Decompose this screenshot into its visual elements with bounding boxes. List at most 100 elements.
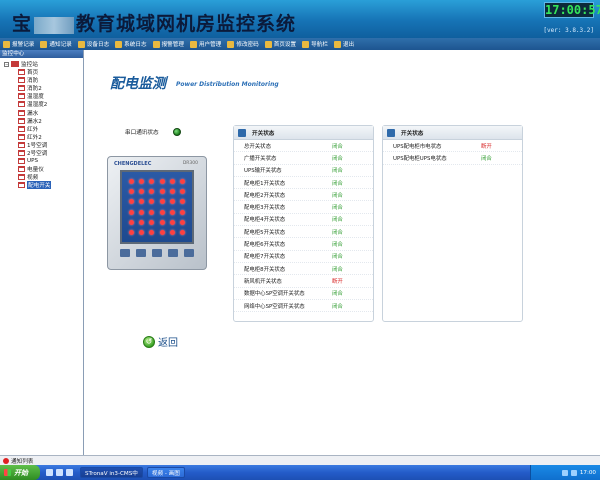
switch-status-row: 配电柜2开关状态 闭合 <box>234 189 373 202</box>
network-icon[interactable] <box>561 469 568 476</box>
page-icon <box>18 101 25 108</box>
switch-name: 广播开关状态 <box>244 155 277 162</box>
start-button[interactable]: 开始 <box>0 465 40 480</box>
media-icon[interactable] <box>66 469 73 476</box>
switch-name: 配电柜1开关状态 <box>244 180 286 187</box>
switch-name: UPS配电柜市电状态 <box>393 143 442 150</box>
switch-name: 数据中心SP空调开关状态 <box>244 291 305 298</box>
tree-item-ac-1[interactable]: 1号空调 <box>18 141 83 149</box>
back-button[interactable]: ↺ 返回 <box>143 334 178 349</box>
tree-item-power-switch[interactable]: 配电开关 <box>18 181 83 190</box>
menu-item-notice-records[interactable]: 通知记录 <box>40 40 72 48</box>
page-icon <box>18 166 25 173</box>
tree-item-temp-humidity[interactable]: 温湿度 <box>18 92 83 100</box>
switch-status-row: UPS输开关状态 闭合 <box>234 165 373 177</box>
menu-item-nav-bar[interactable]: 导航栏 <box>302 40 328 48</box>
page-icon <box>18 125 25 132</box>
settings-icon <box>264 40 272 48</box>
menu-item-exit[interactable]: 退出 <box>333 40 354 48</box>
status-led-icon <box>172 128 181 136</box>
serial-status-label: 串口通讯状态 <box>125 130 159 136</box>
app-title-suffix: 教育城域网机房监控系统 <box>76 13 297 35</box>
menu-item-device-log[interactable]: 设备日志 <box>77 40 109 48</box>
app-title: 宝 教育城域网机房监控系统 <box>12 9 296 36</box>
volume-icon[interactable] <box>570 469 577 476</box>
switch-name: 总开关状态 <box>244 143 271 150</box>
tree-item-water-leak-2[interactable]: 漏水2 <box>18 117 83 125</box>
switch-status-row: UPS配电柜市电状态 断开 <box>383 140 522 153</box>
page-icon <box>18 149 25 156</box>
tree-item-infrared-2[interactable]: 红外2 <box>18 133 83 141</box>
system-tray: 17:00 <box>530 465 600 480</box>
windows-logo-icon <box>4 469 11 476</box>
distribution-device-image: CHENGDELEC DR300 <box>107 156 207 270</box>
switch-name: 配电柜7开关状态 <box>244 254 286 261</box>
switch-state: 闭合 <box>332 217 343 224</box>
switch-state: 闭合 <box>332 180 343 187</box>
collapse-icon[interactable]: − <box>4 61 9 67</box>
notification-list-label: 通知列表 <box>11 458 34 465</box>
tree-root[interactable]: − 监控站 <box>4 60 83 68</box>
tree-item-fire[interactable]: 消防 <box>18 76 83 84</box>
tree-item-fire-2[interactable]: 消防2 <box>18 84 83 92</box>
switch-status-row: 网络中心SP空调开关状态 闭合 <box>234 300 373 313</box>
page-icon <box>18 133 25 140</box>
tree-item-ac-2[interactable]: 2号空调 <box>18 149 83 157</box>
switch-name: 网络中心SP空调开关状态 <box>244 303 305 310</box>
menu-item-change-password[interactable]: 修改密码 <box>227 40 259 48</box>
alert-icon <box>3 457 9 464</box>
switch-state: 闭合 <box>332 155 343 162</box>
switch-state: 闭合 <box>332 242 343 249</box>
switch-state: 闭合 <box>332 168 343 175</box>
browser-icon[interactable] <box>46 469 53 476</box>
switch-status-row: 配电柜7开关状态 闭合 <box>234 251 373 263</box>
main-content: 配电监测 Power Distribution Monitoring 串口通讯状… <box>85 50 600 455</box>
tree-item-video[interactable]: 视频 <box>18 173 83 181</box>
taskbar-item-cms[interactable]: STronaV in3-CMS中 <box>80 467 143 478</box>
menu-item-system-log[interactable]: 系统日志 <box>115 40 147 48</box>
tree-item-water-leak[interactable]: 漏水 <box>18 108 83 117</box>
taskbar-item-paint[interactable]: 视频 - 画图 <box>146 467 185 478</box>
tree-item-power-meter[interactable]: 电量仪 <box>18 165 83 173</box>
menu-bar: 报警记录 通知记录 设备日志 系统日志 报警管理 用户管理 修改密码 首页设置 … <box>0 38 600 50</box>
switch-state: 闭合 <box>332 143 343 150</box>
page-icon <box>18 109 25 116</box>
system-log-icon <box>115 40 123 48</box>
device-led-grid <box>120 170 194 244</box>
switch-name: 配电柜8开关状态 <box>244 266 286 273</box>
tree-item-temp-humidity-2[interactable]: 温湿度2 <box>18 100 83 108</box>
switch-status-row: 配电柜3开关状态 闭合 <box>234 201 373 214</box>
menu-item-alarm-records[interactable]: 报警记录 <box>3 40 34 48</box>
nav-icon <box>302 40 310 48</box>
menu-item-home-settings[interactable]: 首页设置 <box>264 40 296 48</box>
user-icon <box>189 40 197 48</box>
tree-item-infrared[interactable]: 红外 <box>18 125 83 133</box>
switch-status-row: UPS配电柜UPS电状态 闭合 <box>383 152 522 165</box>
clock-display: 17:00:57 <box>544 2 600 18</box>
menu-item-alarm-manage[interactable]: 报警管理 <box>152 40 184 48</box>
panel-icon <box>387 128 395 137</box>
log-icon <box>77 40 85 48</box>
switch-name: 配电柜2开关状态 <box>244 192 286 199</box>
tree-item-home[interactable]: 首页 <box>18 68 83 76</box>
switch-state: 闭合 <box>332 205 343 212</box>
page-subtitle: Power Distribution Monitoring <box>176 81 279 88</box>
switch-status-row: 数据中心SP空调开关状态 闭合 <box>234 288 373 300</box>
switch-name: 配电柜4开关状态 <box>244 217 286 224</box>
switch-state: 闭合 <box>332 266 343 273</box>
desktop-icon[interactable] <box>56 469 63 476</box>
notification-bar[interactable]: 通知列表 <box>0 455 600 465</box>
switch-name: UPS配电柜UPS电状态 <box>393 155 447 162</box>
switch-name: 新风机开关状态 <box>244 278 282 285</box>
menu-item-user-manage[interactable]: 用户管理 <box>189 40 221 48</box>
switch-name: 配电柜6开关状态 <box>244 242 286 249</box>
page-icon <box>18 117 25 124</box>
page-title: 配电监测 <box>110 76 166 92</box>
switch-status-row: 新风机开关状态 断开 <box>234 275 373 288</box>
blurred-text <box>34 16 75 34</box>
switch-status-list: UPS配电柜市电状态 断开 UPS配电柜UPS电状态 闭合 <box>383 140 522 165</box>
tree-item-ups[interactable]: UPS <box>18 157 83 165</box>
switch-status-row: 配电柜6开关状态 闭合 <box>234 238 373 251</box>
switch-status-row: 配电柜5开关状态 闭合 <box>234 226 373 239</box>
monitor-tree: − 监控站 首页 消防 消防2 温湿度 温湿度2 漏水 漏水2 红外 红外2 1… <box>0 58 83 190</box>
